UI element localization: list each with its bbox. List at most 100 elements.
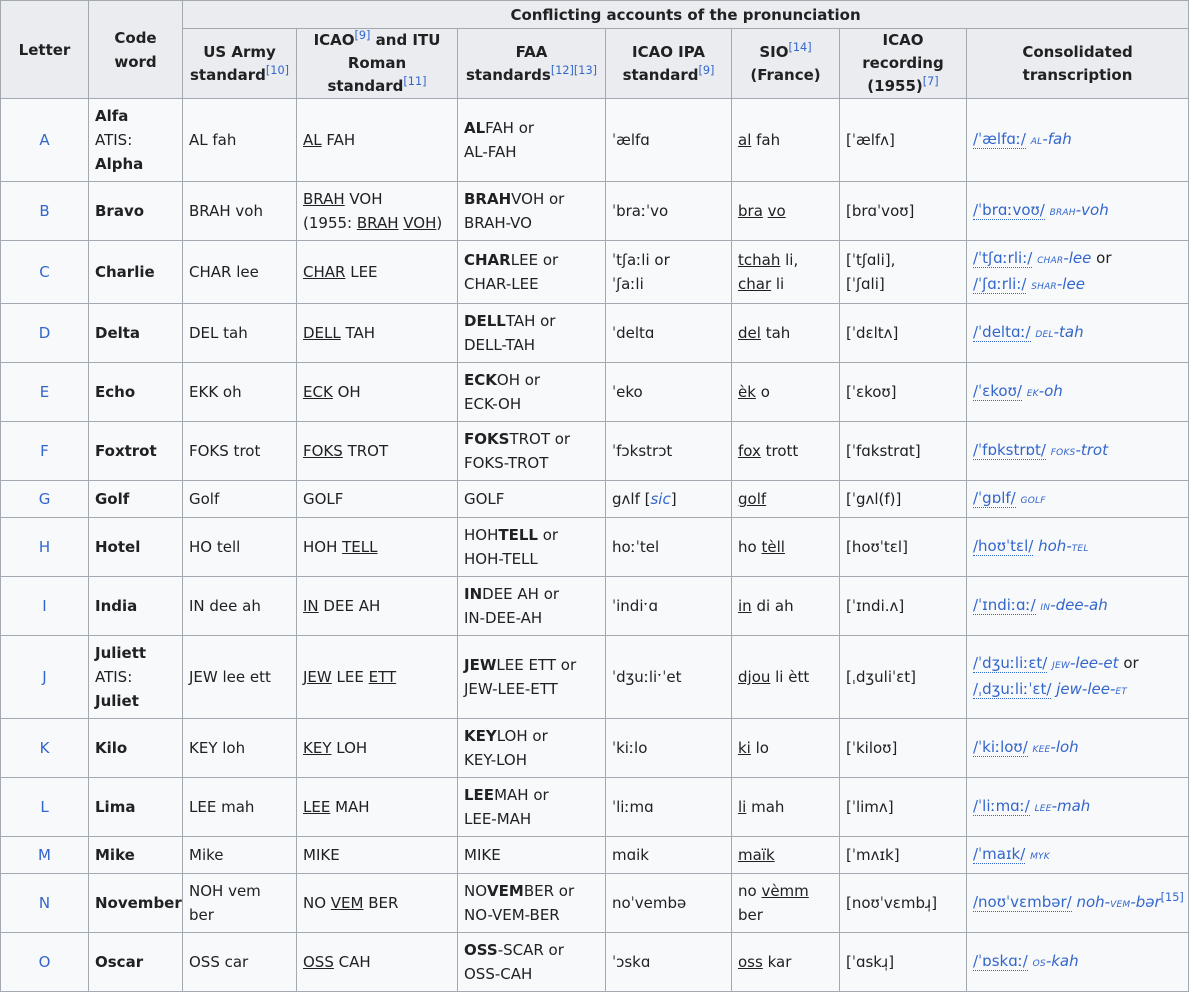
header-consolidated: Consolidated transcription — [965, 28, 1190, 99]
letter-link[interactable]: G — [39, 490, 51, 508]
header-icao-ipa: ICAO IPA standard[9] — [605, 28, 732, 99]
ref-link[interactable]: [10] — [266, 64, 289, 77]
code-word-cell: Kilo — [88, 718, 183, 778]
icao-ipa-cell: ˈtʃaːli or ˈʃaːli — [605, 240, 732, 304]
letter-link[interactable]: A — [39, 131, 49, 149]
letter-link[interactable]: E — [40, 383, 49, 401]
ipa-link[interactable]: /ˈmaɪk/ — [973, 845, 1026, 864]
table-row: N November NOH vem ber NO VEM BER NOVEMB… — [0, 873, 1190, 933]
letter-link[interactable]: J — [42, 668, 46, 686]
letter-link[interactable]: L — [40, 798, 48, 816]
table-row: A Alfa ATIS: Alpha AL fah AL FAH ALFAH or… — [0, 98, 1190, 182]
faa-cell: OSS-SCAR or OSS-CAH — [457, 932, 606, 992]
ref-link[interactable]: [7] — [923, 75, 939, 88]
icao-ipa-cell: ˈdeltɑ — [605, 303, 732, 363]
ref-link[interactable]: [9] — [355, 30, 371, 43]
consolidated-cell: /ˈfɒkstrɒt/ foks-trot — [965, 421, 1190, 481]
ipa-link[interactable]: /ˈɒskɑː/ — [973, 952, 1028, 971]
consolidated-cell: /ˈɒskɑː/ os-kah — [965, 932, 1190, 992]
ipa-link[interactable]: /ˈɛkoʊ/ — [973, 382, 1022, 401]
code-word-cell: Echo — [88, 362, 183, 422]
us-army-cell: IN dee ah — [182, 576, 297, 636]
icao-recording-cell: [hoʊˈtɛl] — [839, 517, 967, 577]
ipa-link[interactable]: /ˈɪndiːɑː/ — [973, 596, 1036, 615]
letter-link[interactable]: C — [39, 263, 49, 281]
letter-link[interactable]: M — [38, 846, 51, 864]
itu-cell: BRAH VOH (1955: BRAH VOH) — [296, 181, 458, 241]
us-army-cell: Golf — [182, 480, 297, 518]
faa-cell: KEYLOH or KEY-LOH — [457, 718, 606, 778]
us-army-cell: DEL tah — [182, 303, 297, 363]
itu-cell: IN DEE AH — [296, 576, 458, 636]
code-word-cell: November — [88, 873, 183, 933]
letter-link[interactable]: H — [39, 538, 50, 556]
sio-cell: del tah — [731, 303, 840, 363]
header-letter: Letter — [0, 0, 89, 99]
header-code-word: Code word — [88, 0, 183, 99]
letter-link[interactable]: O — [39, 953, 51, 971]
consolidated-cell: /ˈtʃɑːrli:/ char-lee or/ˈʃɑːrli:/ shar-l… — [965, 240, 1190, 304]
ref-link[interactable]: [14] — [789, 41, 812, 54]
consolidated-cell: /ˈdʒuːliːɛt/ jew-lee-et or/ˌdʒuːliːˈɛt/ … — [965, 635, 1190, 719]
ipa-link[interactable]: /ˈdʒuːliːɛt/ — [973, 654, 1048, 673]
us-army-cell: LEE mah — [182, 777, 297, 837]
icao-ipa-cell: hoːˈtel — [605, 517, 732, 577]
us-army-cell: CHAR lee — [182, 240, 297, 304]
consolidated-cell: /ˈɛkoʊ/ ek-oh — [965, 362, 1190, 422]
ipa-link[interactable]: /ˌdʒuːliːˈɛt/ — [973, 680, 1052, 699]
letter-link[interactable]: D — [39, 324, 51, 342]
ipa-link[interactable]: /ˈælfɑː/ — [973, 130, 1026, 149]
us-army-cell: BRAH voh — [182, 181, 297, 241]
consolidated-cell: /ˈgɒlf/ golf — [965, 480, 1190, 518]
ipa-link[interactable]: /ˈkiːloʊ/ — [973, 738, 1028, 757]
header-icao-itu: ICAO[9] and ITU Roman standard[11] — [296, 28, 458, 99]
icao-recording-cell: [ˈdɛltʌ] — [839, 303, 967, 363]
itu-cell: ECK OH — [296, 362, 458, 422]
table-row: F Foxtrot FOKS trot FOKS TROT FOKSTROT o… — [0, 421, 1190, 481]
sio-cell: fox trott — [731, 421, 840, 481]
ref-link[interactable]: [11] — [403, 75, 426, 88]
letter-link[interactable]: N — [39, 894, 50, 912]
table-row: J Juliett ATIS: Juliet JEW lee ett JEW LE… — [0, 635, 1190, 719]
ref-link[interactable]: [13] — [574, 64, 597, 77]
letter-link[interactable]: K — [40, 739, 50, 757]
header-conflicting-accounts: Conflicting accounts of the pronunciatio… — [181, 0, 1190, 29]
icao-ipa-cell: ˈeko — [605, 362, 732, 422]
table-row: G Golf Golf GOLF GOLF gʌlf [sic] golf [ˈ… — [0, 480, 1190, 518]
ipa-link[interactable]: /ˈbrɑːvoʊ/ — [973, 201, 1045, 220]
code-word-cell: Hotel — [88, 517, 183, 577]
ref-link[interactable]: [15] — [1161, 891, 1184, 904]
header-us-army: US Army standard[10] — [182, 28, 297, 99]
itu-cell: DELL TAH — [296, 303, 458, 363]
ref-link[interactable]: [12] — [551, 64, 574, 77]
ipa-link[interactable]: /ˈʃɑːrli:/ — [973, 275, 1027, 294]
ipa-link[interactable]: /ˈliːmɑː/ — [973, 797, 1030, 816]
ref-link[interactable]: [9] — [698, 64, 714, 77]
faa-cell: CHARLEE or CHAR-LEE — [457, 240, 606, 304]
ipa-link[interactable]: /ˈtʃɑːrli:/ — [973, 249, 1033, 268]
ipa-link[interactable]: /hoʊˈtɛl/ — [973, 537, 1034, 556]
itu-cell: NO VEM BER — [296, 873, 458, 933]
faa-cell: NOVEMBER or NO-VEM-BER — [457, 873, 606, 933]
sio-cell: li mah — [731, 777, 840, 837]
ipa-link[interactable]: /ˈdeltɑː/ — [973, 323, 1031, 342]
ipa-link[interactable]: /noʊˈvɛmbər/ — [973, 893, 1072, 912]
ipa-link[interactable]: /ˈfɒkstrɒt/ — [973, 441, 1046, 460]
letter-link[interactable]: B — [39, 202, 49, 220]
us-army-cell: NOH vem ber — [182, 873, 297, 933]
icao-recording-cell: [brɑˈvoʊ] — [839, 181, 967, 241]
ipa-link[interactable]: /ˈgɒlf/ — [973, 489, 1016, 508]
icao-ipa-cell: ˈkiːlo — [605, 718, 732, 778]
code-word-cell: Foxtrot — [88, 421, 183, 481]
icao-recording-cell: [ˌdʒuliˈɛt] — [839, 635, 967, 719]
code-word-cell: Lima — [88, 777, 183, 837]
consolidated-cell: /noʊˈvɛmbər/ noh-vem-bər[15] — [965, 873, 1190, 933]
icao-recording-cell: [ˈɛkoʊ] — [839, 362, 967, 422]
icao-ipa-cell: ˈɔskɑ — [605, 932, 732, 992]
sio-cell: golf — [731, 480, 840, 518]
letter-link[interactable]: F — [40, 442, 49, 460]
table-row: L Lima LEE mah LEE MAH LEEMAH or LEE-MAH … — [0, 777, 1190, 837]
letter-link[interactable]: I — [42, 597, 46, 615]
code-word-cell: Charlie — [88, 240, 183, 304]
header-sio: SIO[14] (France) — [731, 28, 840, 99]
